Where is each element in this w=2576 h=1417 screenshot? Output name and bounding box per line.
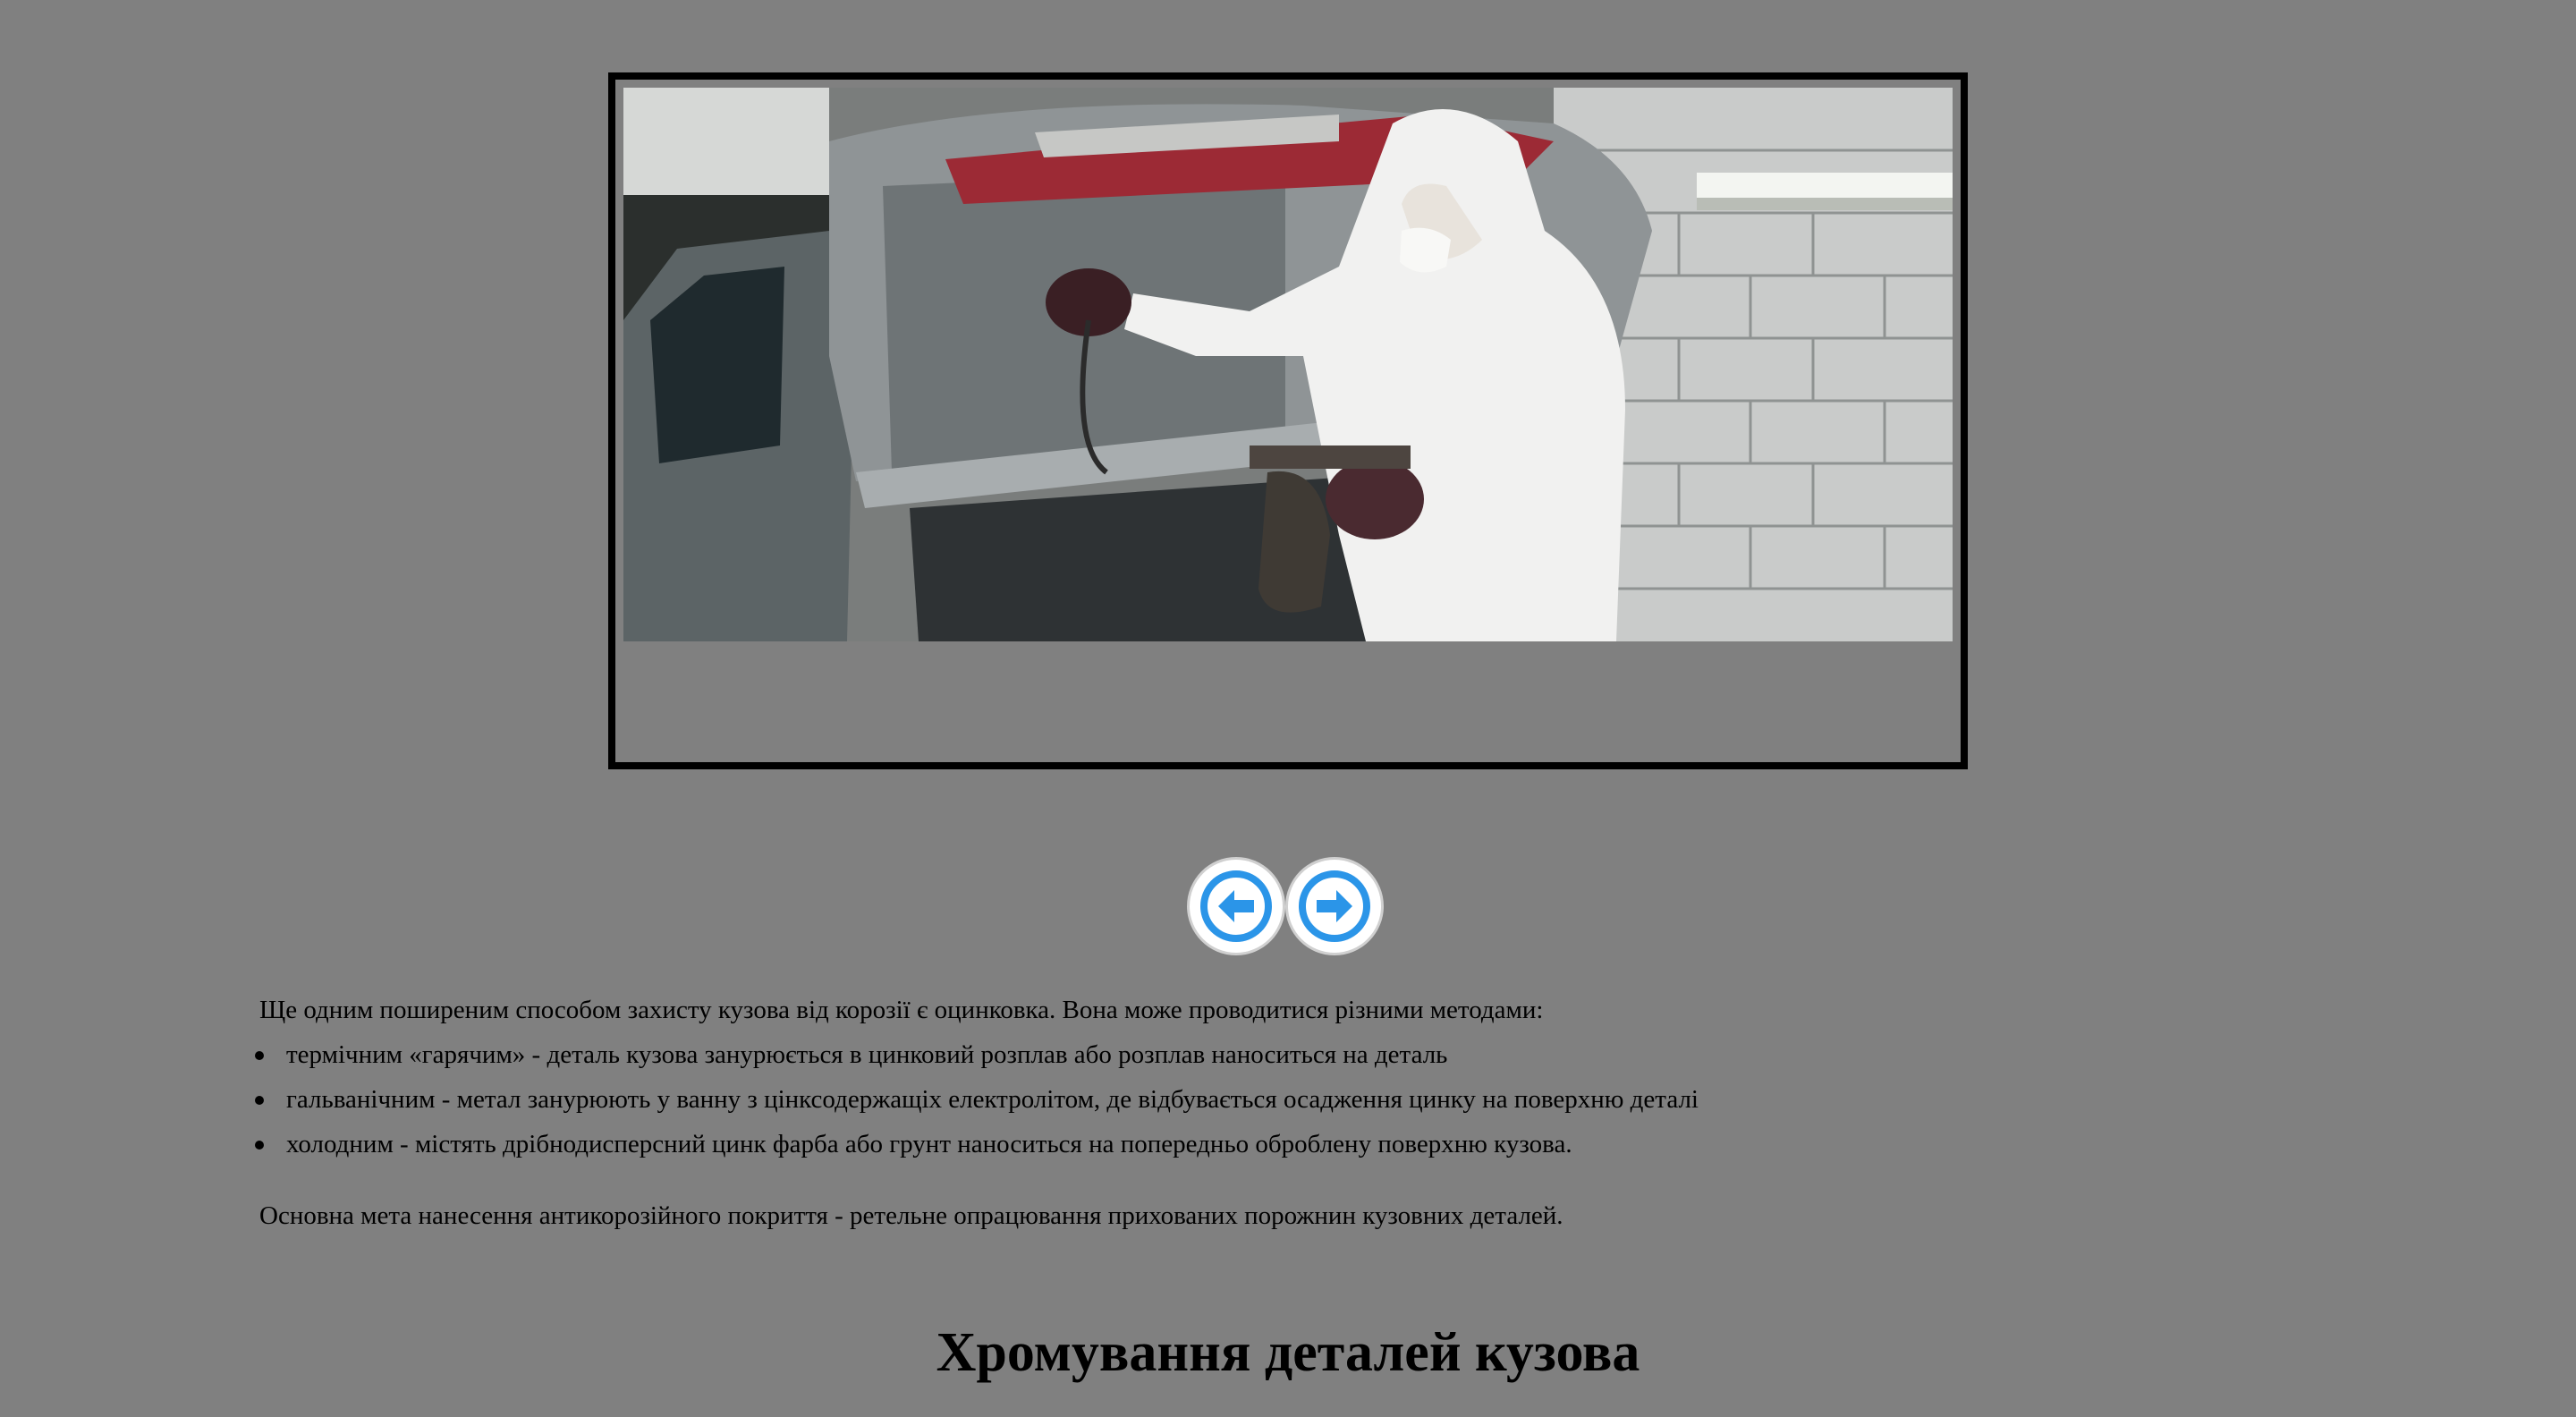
list-item: холодним - містять дрібнодисперсний цинк… — [255, 1122, 2317, 1167]
previous-slide-button[interactable] — [1190, 860, 1283, 953]
section-heading: Хромування деталей кузова — [936, 1322, 1640, 1383]
methods-list: термічним «гарячим» - деталь кузова зану… — [255, 1032, 2317, 1167]
list-item: гальванічним - метал занурюють у ванну з… — [255, 1077, 2317, 1122]
arrow-left-icon — [1200, 870, 1272, 942]
image-slider — [608, 72, 1968, 769]
slider-navigation — [1190, 860, 1381, 955]
article-content: Ще одним поширеним способом захисту кузо… — [255, 988, 2317, 1238]
list-item: термічним «гарячим» - деталь кузова зану… — [255, 1032, 2317, 1077]
slide-photo — [623, 88, 1953, 641]
arrow-right-icon — [1299, 870, 1370, 942]
intro-paragraph: Ще одним поширеним способом захисту кузо… — [259, 996, 1544, 1024]
conclusion-paragraph: Основна мета нанесення антикорозійного п… — [259, 1201, 1563, 1230]
next-slide-button[interactable] — [1288, 860, 1381, 953]
